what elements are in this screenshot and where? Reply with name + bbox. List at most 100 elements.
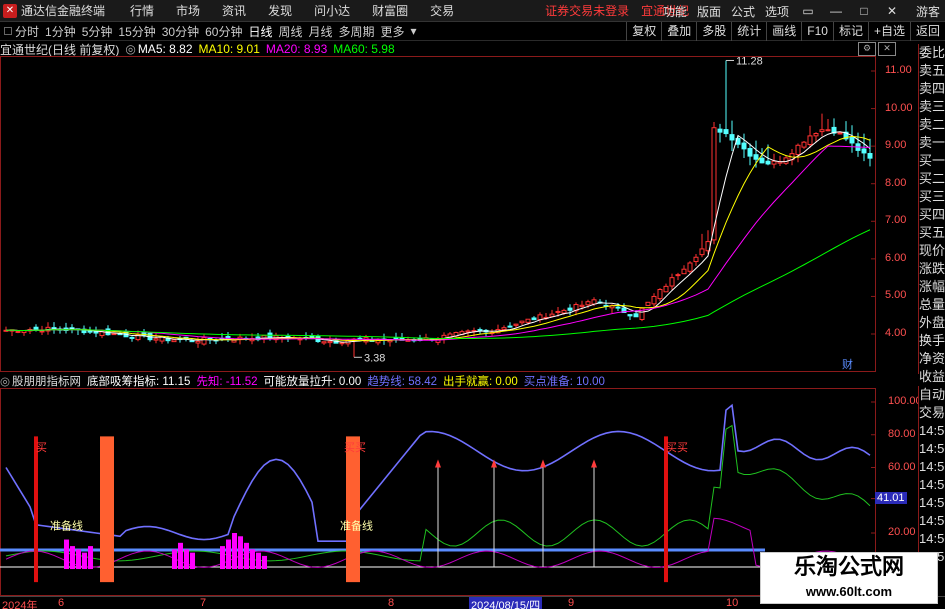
sidebar-item-pct[interactable]: 涨幅: [919, 278, 945, 296]
period-1min[interactable]: 1分钟: [45, 23, 76, 40]
minimize-icon[interactable]: ▭: [799, 4, 817, 18]
histogram-bar: [172, 549, 177, 570]
period-timeshare[interactable]: 分时: [15, 23, 39, 40]
histogram-bar: [220, 546, 225, 570]
btn-stats[interactable]: 统计: [731, 22, 766, 41]
chevron-down-icon[interactable]: ▾: [411, 24, 417, 38]
right-menu: 功能 版面 公式 选项 ▭ — □ ✕ 游客: [658, 0, 945, 22]
sidebar-item-sell5[interactable]: 卖五: [919, 62, 945, 80]
candle-body: [555, 310, 561, 313]
date-selected[interactable]: 2024/08/15/四: [469, 597, 543, 609]
date-m8: 8: [388, 597, 395, 609]
sidebar-item-buy1[interactable]: 买一: [919, 152, 945, 170]
settings-icon[interactable]: ◎: [125, 42, 135, 56]
btn-f10[interactable]: F10: [801, 22, 833, 41]
candle-body: [717, 128, 723, 133]
sidebar-item-eps[interactable]: 收益: [919, 368, 945, 386]
sidebar-auto[interactable]: 自动: [919, 386, 945, 404]
period-5min[interactable]: 5分钟: [82, 23, 113, 40]
sidebar-trade[interactable]: 交易: [919, 404, 945, 422]
indicator-settings-icon[interactable]: ◎: [0, 374, 10, 388]
btn-back[interactable]: 返回: [909, 22, 945, 41]
arrow-head-icon: [591, 459, 597, 468]
menu-discover[interactable]: 发现: [268, 2, 292, 19]
buy-label: 买: [36, 441, 47, 454]
sidebar-item-outer[interactable]: 外盘: [919, 314, 945, 332]
login-notice[interactable]: 证券交易未登录: [545, 2, 629, 19]
menu-options[interactable]: 选项: [765, 3, 789, 20]
histogram-bar: [70, 546, 75, 570]
price-axis-label: 8.00: [885, 176, 907, 189]
sidebar-item-sell1[interactable]: 卖一: [919, 134, 945, 152]
sidebar-item-buy2[interactable]: 买二: [919, 170, 945, 188]
candle-body: [501, 327, 507, 331]
period-15min[interactable]: 15分钟: [118, 23, 155, 40]
period-60min[interactable]: 60分钟: [205, 23, 242, 40]
price-axis-label: 11.00: [885, 64, 912, 76]
menu-trade[interactable]: 交易: [430, 2, 454, 19]
candle-body: [633, 313, 639, 318]
sidebar-item-buy4[interactable]: 买四: [919, 206, 945, 224]
sidebar-item-sell2[interactable]: 卖二: [919, 116, 945, 134]
menu-ask[interactable]: 问小达: [314, 2, 350, 19]
candle-body: [687, 262, 693, 272]
guest-label[interactable]: 游客: [916, 3, 940, 20]
candle-body: [861, 148, 867, 154]
period-30min[interactable]: 30分钟: [162, 23, 199, 40]
menu-news[interactable]: 资讯: [222, 2, 246, 19]
indicator-item4: 趋势线: 58.42: [367, 375, 437, 388]
indicator-name: 股朋朋指标网: [12, 375, 82, 388]
chart-settings-icon[interactable]: ⚙: [858, 42, 876, 56]
sidebar-item-sell3[interactable]: 卖三: [919, 98, 945, 116]
sidebar-item-volume[interactable]: 总量: [919, 296, 945, 314]
menu-formula[interactable]: 公式: [731, 3, 755, 20]
sidebar-item-weibi[interactable]: 委比: [919, 44, 945, 62]
price-axis-label: 10.00: [885, 101, 913, 114]
period-weekly[interactable]: 周线: [278, 23, 302, 40]
candle-body: [867, 153, 873, 159]
btn-mark[interactable]: 标记: [832, 22, 868, 41]
candle-body: [663, 285, 669, 293]
menu-wealth[interactable]: 财富圈: [372, 2, 408, 19]
menu-quotes[interactable]: 行情: [130, 2, 154, 19]
maximize-icon[interactable]: □: [855, 4, 873, 18]
menu-market[interactable]: 市场: [176, 2, 200, 19]
sidebar-item-change[interactable]: 涨跌: [919, 260, 945, 278]
sidebar-item-nav[interactable]: 净资: [919, 350, 945, 368]
fin-marker: 财: [842, 357, 853, 371]
sidebar-item-price[interactable]: 现价: [919, 242, 945, 260]
watermark: 乐淘公式网 www.60lt.com: [760, 552, 938, 604]
period-multi[interactable]: 多周期: [339, 23, 375, 40]
price-header: 宜通世纪(日线 前复权) ◎ MA5: 8.82 MA10: 9.01 MA20…: [0, 41, 401, 57]
order-book-sidebar: 委比 卖五 卖四 卖三 卖二 卖一 买一 买二 买三 买四 买五 现价 涨跌 涨…: [918, 44, 945, 384]
btn-adjust[interactable]: 复权: [626, 22, 661, 41]
period-monthly[interactable]: 月线: [309, 23, 333, 40]
period-more[interactable]: 更多: [381, 23, 405, 40]
btn-add-watchlist[interactable]: +自选: [867, 22, 910, 41]
candle-body: [39, 330, 45, 333]
candle-body: [741, 142, 747, 150]
price-chart[interactable]: 11.28 3.38 财: [0, 56, 918, 372]
sidebar-time: 14:56: [919, 477, 945, 492]
histogram-bar: [262, 555, 267, 570]
prep-label: 准备线: [50, 519, 83, 533]
ma5-line: [5, 131, 871, 343]
candle-body: [33, 326, 39, 330]
sidebar-item-sell4[interactable]: 卖四: [919, 80, 945, 98]
candle-body: [675, 274, 681, 277]
menu-layout[interactable]: 版面: [697, 3, 721, 20]
btn-overlay[interactable]: 叠加: [661, 22, 696, 41]
btn-draw[interactable]: 画线: [766, 22, 801, 41]
period-toggle-icon[interactable]: [4, 27, 12, 35]
restore-icon[interactable]: —: [827, 4, 845, 18]
chart-close-icon[interactable]: ✕: [878, 42, 896, 56]
sidebar-item-turnover[interactable]: 换手: [919, 332, 945, 350]
menu-function[interactable]: 功能: [663, 3, 687, 20]
btn-multistock[interactable]: 多股: [696, 22, 731, 41]
period-daily[interactable]: 日线: [248, 23, 272, 40]
candle-body: [795, 144, 801, 156]
close-icon[interactable]: ✕: [883, 4, 901, 18]
sidebar-item-buy3[interactable]: 买三: [919, 188, 945, 206]
sidebar-item-buy5[interactable]: 买五: [919, 224, 945, 242]
candle-body: [519, 320, 525, 324]
